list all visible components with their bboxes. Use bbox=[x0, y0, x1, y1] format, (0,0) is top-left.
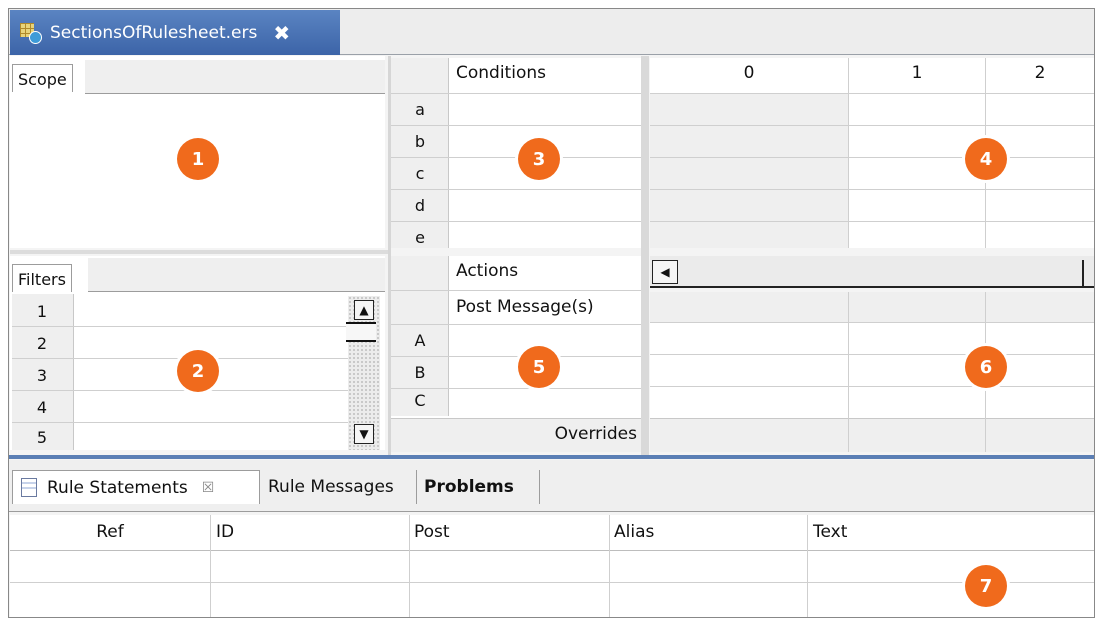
filter-row-label: 5 bbox=[36, 428, 48, 447]
filter-row-label: 3 bbox=[36, 366, 48, 385]
column-header-post[interactable]: Post bbox=[414, 522, 450, 542]
tab-problems[interactable]: Problems bbox=[418, 470, 540, 504]
action-row-label: B bbox=[414, 363, 426, 382]
condition-row-label: e bbox=[415, 228, 425, 247]
tab-rule-messages[interactable]: Rule Messages bbox=[262, 470, 417, 504]
section-badge-1: 1 bbox=[177, 138, 219, 180]
column-header[interactable]: 0 bbox=[650, 63, 848, 83]
section-badge-5: 5 bbox=[518, 346, 560, 388]
tab-filters[interactable]: Filters bbox=[12, 264, 72, 292]
action-row-label: C bbox=[414, 391, 426, 410]
scrollbar-thumb-edge[interactable] bbox=[1082, 260, 1090, 286]
column-header-ref[interactable]: Ref bbox=[10, 522, 210, 542]
column-0-cells bbox=[650, 93, 848, 248]
filter-row-label: 1 bbox=[36, 302, 48, 321]
filter-row-label: 2 bbox=[36, 334, 48, 353]
condition-row-label: a bbox=[415, 100, 425, 119]
section-badge-4: 4 bbox=[965, 138, 1007, 180]
tab-label: Rule Messages bbox=[268, 477, 394, 497]
scroll-left-icon[interactable]: ◀ bbox=[652, 260, 678, 284]
column-header[interactable]: 1 bbox=[849, 63, 985, 83]
section-badge-6: 6 bbox=[965, 346, 1007, 388]
rulesheet-icon bbox=[20, 22, 42, 44]
condition-row-label: b bbox=[414, 132, 426, 151]
conditions-header: Conditions bbox=[456, 63, 546, 83]
filters-tab-strip bbox=[88, 258, 385, 292]
horizontal-scrollbar[interactable] bbox=[650, 256, 1094, 288]
action-grid bbox=[650, 322, 1094, 418]
document-icon bbox=[21, 478, 37, 497]
post-message-grid-row bbox=[650, 292, 1094, 322]
scrollbar-thumb[interactable] bbox=[346, 322, 376, 342]
column-header-id[interactable]: ID bbox=[216, 522, 234, 542]
tab-label: Rule Statements bbox=[47, 477, 188, 498]
view-separator bbox=[9, 455, 1094, 459]
filter-row-label: 4 bbox=[36, 398, 48, 417]
tab-scope[interactable]: Scope bbox=[12, 64, 73, 92]
overrides-label: Overrides bbox=[554, 424, 637, 444]
post-message-header: Post Message(s) bbox=[456, 297, 594, 317]
column-header-alias[interactable]: Alias bbox=[614, 522, 654, 542]
close-icon[interactable]: ✖ bbox=[273, 21, 290, 45]
actions-header: Actions bbox=[456, 261, 519, 281]
column-header[interactable]: 2 bbox=[986, 63, 1094, 83]
section-badge-2: 2 bbox=[177, 350, 219, 392]
condition-row-label: c bbox=[415, 164, 425, 183]
tab-rule-statements[interactable]: Rule Statements ☒ bbox=[12, 470, 260, 504]
column-separator bbox=[641, 56, 649, 456]
section-badge-7: 7 bbox=[965, 565, 1007, 607]
close-icon[interactable]: ☒ bbox=[202, 480, 215, 496]
editor-tab[interactable]: SectionsOfRulesheet.ers ✖ bbox=[10, 10, 340, 55]
scroll-down-icon[interactable]: ▼ bbox=[354, 424, 374, 444]
editor-tab-title: SectionsOfRulesheet.ers bbox=[50, 22, 258, 43]
column-header-text[interactable]: Text bbox=[813, 522, 847, 542]
scroll-up-icon[interactable]: ▲ bbox=[354, 300, 374, 320]
overrides-grid-row bbox=[650, 418, 1094, 452]
condition-row-label: d bbox=[414, 196, 426, 215]
action-row-label: A bbox=[414, 331, 426, 350]
conditions-row-header-column bbox=[391, 58, 449, 248]
scope-tab-strip bbox=[85, 60, 385, 94]
splitter[interactable] bbox=[10, 250, 388, 254]
section-badge-3: 3 bbox=[518, 138, 560, 180]
tab-label: Problems bbox=[424, 477, 514, 497]
